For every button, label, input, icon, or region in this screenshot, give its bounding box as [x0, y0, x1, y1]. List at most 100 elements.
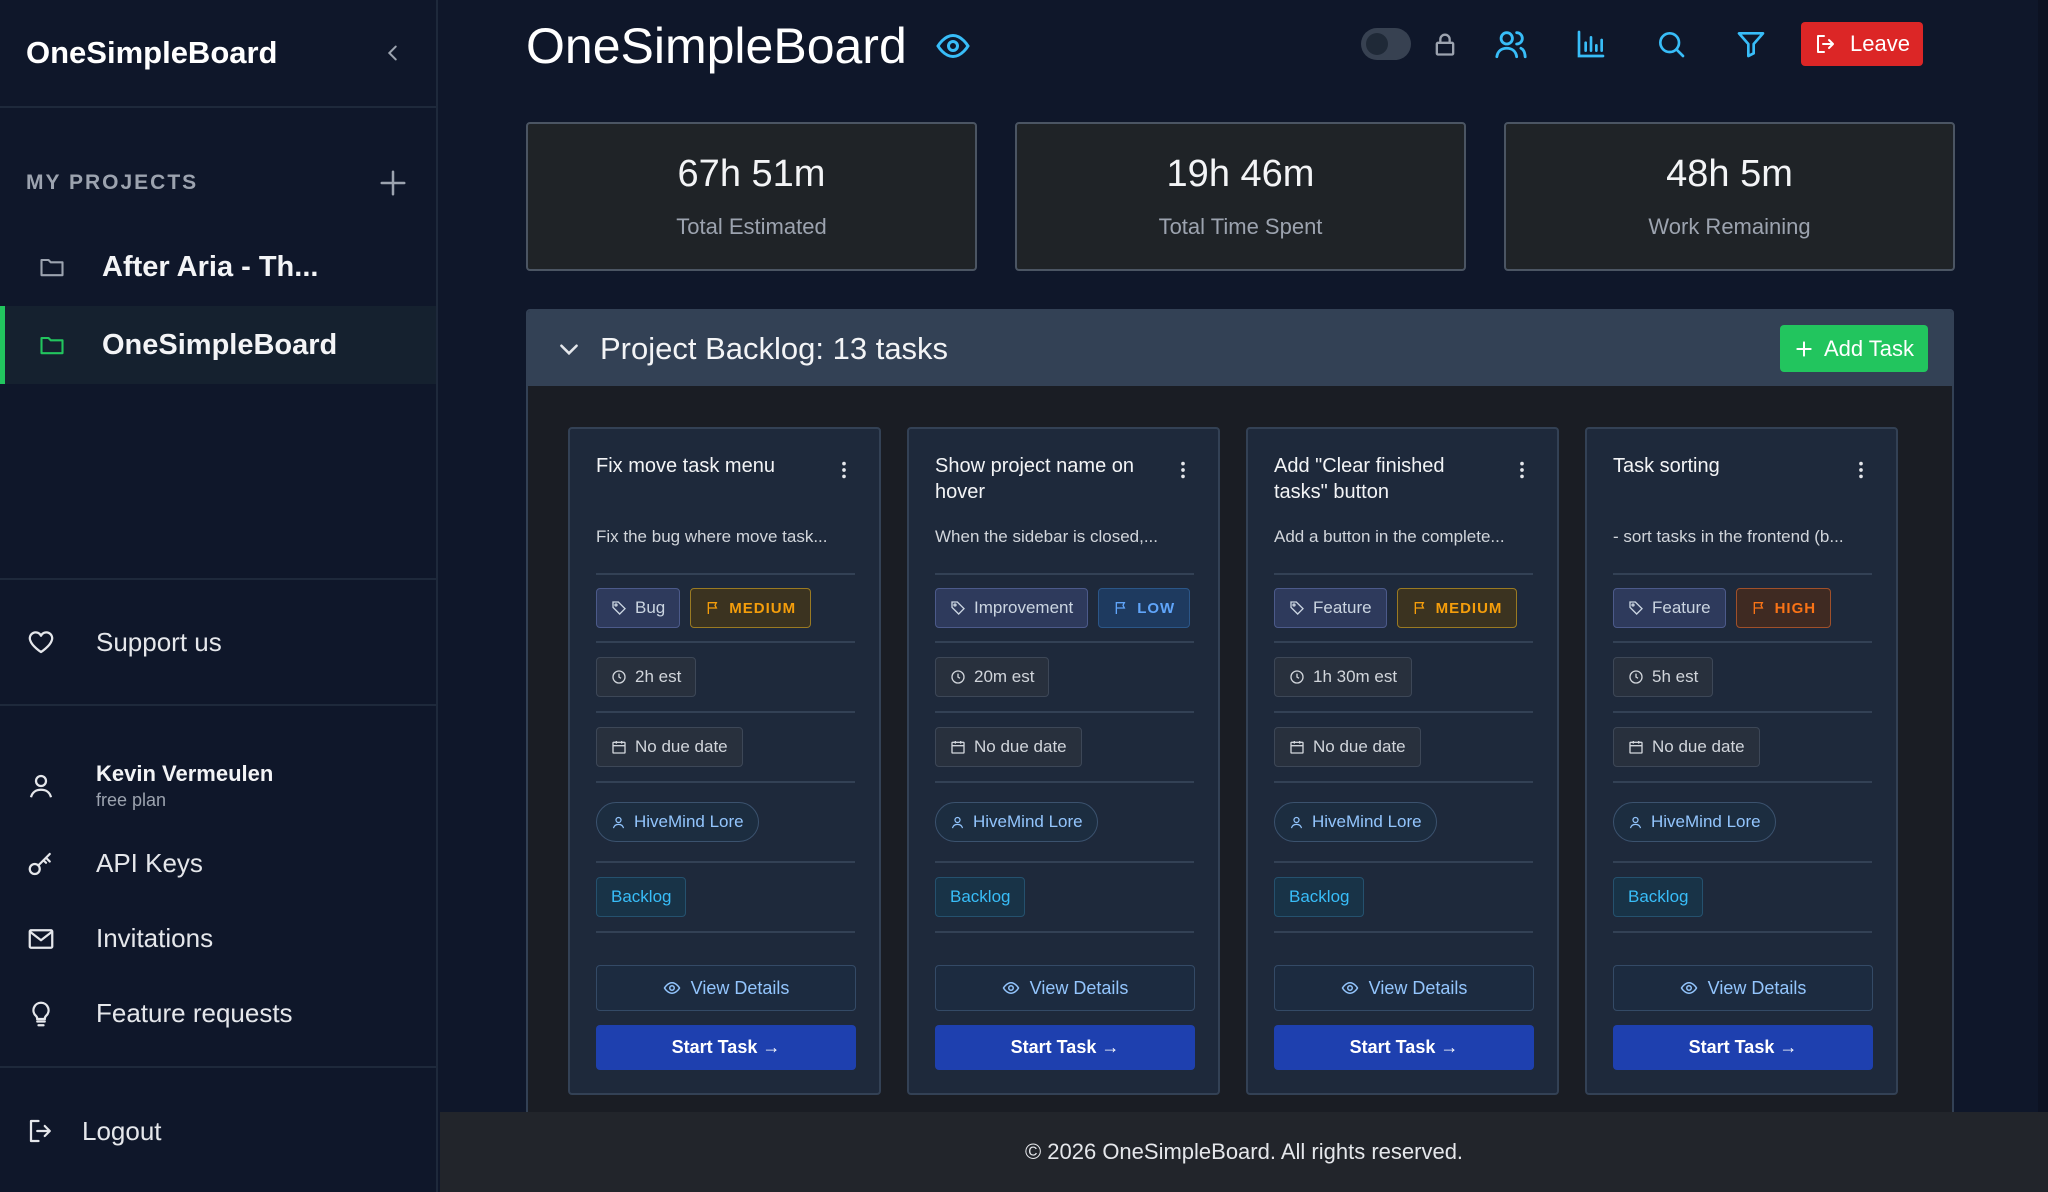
filter-icon[interactable]	[1731, 20, 1771, 68]
view-details-button[interactable]: View Details	[935, 965, 1195, 1011]
key-icon	[26, 849, 56, 879]
estimate-label: 20m est	[974, 667, 1035, 686]
eye-icon[interactable]	[935, 28, 971, 64]
stat-work-remaining: 48h 5m Work Remaining	[1504, 122, 1955, 271]
task-description: - sort tasks in the frontend (b...	[1613, 527, 1844, 546]
backlog-header[interactable]: Project Backlog: 13 tasks Add Task	[528, 311, 1952, 386]
bar-chart-icon[interactable]	[1571, 20, 1611, 68]
backlog-panel: Project Backlog: 13 tasks Add Task Fix m…	[526, 309, 1954, 1129]
view-details-button[interactable]: View Details	[1274, 965, 1534, 1011]
main-content: OneSimpleBoard Leave 67h 51m Total Estim…	[440, 0, 2048, 1129]
assignee-badge[interactable]: HiveMind Lore	[1613, 802, 1776, 842]
start-task-button[interactable]: Start Task →	[596, 1025, 856, 1070]
api-keys-label: API Keys	[96, 848, 203, 878]
user-icon	[26, 771, 56, 801]
logout-link[interactable]: Logout	[0, 1068, 436, 1192]
leave-button[interactable]: Leave	[1801, 22, 1923, 66]
stat-label: Work Remaining	[1648, 214, 1811, 239]
calendar-icon	[950, 739, 966, 755]
folder-icon	[38, 331, 66, 359]
assignee-label: HiveMind Lore	[973, 812, 1083, 831]
start-task-button[interactable]: Start Task →	[935, 1025, 1195, 1070]
task-card: Show project name on hover When the side…	[907, 427, 1220, 1095]
page-title: OneSimpleBoard	[526, 18, 907, 74]
tag-label: Bug	[635, 598, 666, 617]
lock-icon[interactable]	[1425, 20, 1465, 68]
assignee-row: HiveMind Lore	[935, 783, 1194, 861]
labels-row: Feature HIGH	[1613, 575, 1872, 641]
theme-toggle[interactable]	[1361, 28, 1411, 60]
kebab-icon[interactable]	[1850, 457, 1872, 483]
task-description: Add a button in the complete...	[1274, 527, 1505, 546]
view-details-button[interactable]: View Details	[596, 965, 856, 1011]
flag-icon	[705, 600, 721, 616]
assignee-badge[interactable]: HiveMind Lore	[1274, 802, 1437, 842]
kebab-icon[interactable]	[833, 457, 855, 483]
user-profile[interactable]: Kevin Vermeulen free plan	[0, 746, 436, 826]
add-task-button[interactable]: Add Task	[1780, 325, 1928, 372]
start-task-button[interactable]: Start Task →	[1613, 1025, 1873, 1070]
task-title[interactable]: Show project name on hover	[935, 453, 1155, 505]
tag-label: Feature	[1652, 598, 1711, 617]
priority-badge: HIGH	[1735, 588, 1832, 628]
top-bar: OneSimpleBoard Leave	[440, 0, 2048, 92]
logout-icon	[26, 1116, 56, 1146]
feature-requests-link[interactable]: Feature requests	[0, 976, 436, 1051]
plus-icon[interactable]	[376, 166, 410, 200]
account-section: Kevin Vermeulen free plan API Keys Invit…	[0, 706, 436, 1068]
assignee-badge[interactable]: HiveMind Lore	[596, 802, 759, 842]
task-card: Add "Clear finished tasks" button Add a …	[1246, 427, 1559, 1095]
support-us-link[interactable]: Support us	[0, 580, 436, 706]
priority-badge: LOW	[1098, 588, 1191, 628]
task-title[interactable]: Fix move task menu	[596, 453, 816, 479]
chevron-down-icon[interactable]	[556, 336, 582, 362]
view-details-button[interactable]: View Details	[1613, 965, 1873, 1011]
priority-label: HIGH	[1774, 599, 1817, 617]
kebab-icon[interactable]	[1172, 457, 1194, 483]
eye-icon	[1680, 979, 1698, 997]
kebab-icon[interactable]	[1511, 457, 1533, 483]
mail-icon	[26, 924, 56, 954]
due-date-badge: No due date	[935, 727, 1082, 767]
user-plan: free plan	[96, 790, 167, 810]
task-title[interactable]: Task sorting	[1613, 453, 1833, 479]
task-cards: Fix move task menu Fix the bug where mov…	[568, 427, 1898, 1095]
task-card: Task sorting - sort tasks in the fronten…	[1585, 427, 1898, 1095]
labels-row: Improvement LOW	[935, 575, 1194, 641]
assignee-badge[interactable]: HiveMind Lore	[935, 802, 1098, 842]
heart-icon	[26, 627, 56, 657]
card-header: Fix move task menu	[596, 453, 855, 509]
assignee-row: HiveMind Lore	[1613, 783, 1872, 861]
divider	[596, 931, 855, 933]
api-keys-link[interactable]: API Keys	[0, 826, 436, 901]
priority-label: MEDIUM	[729, 599, 797, 617]
sidebar-project-onesimpleboard[interactable]: OneSimpleBoard	[0, 306, 436, 384]
clock-icon	[950, 669, 966, 685]
user-icon	[611, 815, 626, 830]
search-icon[interactable]	[1651, 20, 1691, 68]
calendar-icon	[1289, 739, 1305, 755]
projects-title: MY PROJECTS	[26, 171, 199, 194]
clock-icon	[1289, 669, 1305, 685]
stat-label: Total Time Spent	[1158, 214, 1323, 239]
scrollbar[interactable]	[2038, 0, 2048, 1112]
invitations-link[interactable]: Invitations	[0, 901, 436, 976]
tag-icon	[1289, 600, 1305, 616]
users-icon[interactable]	[1491, 20, 1531, 68]
start-task-button[interactable]: Start Task →	[1274, 1025, 1534, 1070]
feature-requests-label: Feature requests	[96, 998, 293, 1028]
assignee-label: HiveMind Lore	[634, 812, 744, 831]
calendar-icon	[1628, 739, 1644, 755]
priority-label: MEDIUM	[1435, 599, 1503, 617]
projects-section: MY PROJECTS After Aria - Th... OneSimple…	[0, 108, 436, 580]
sidebar-project-after-aria[interactable]: After Aria - Th...	[0, 228, 436, 306]
tag-label: Improvement	[974, 598, 1074, 617]
chevron-left-icon[interactable]	[376, 36, 410, 70]
user-icon	[1289, 815, 1304, 830]
estimate-label: 1h 30m est	[1313, 667, 1398, 686]
task-title[interactable]: Add "Clear finished tasks" button	[1274, 453, 1494, 505]
stat-label: Total Estimated	[676, 214, 827, 239]
due-date-badge: No due date	[1613, 727, 1760, 767]
plus-icon	[1794, 339, 1814, 359]
estimate-badge: 5h est	[1613, 657, 1714, 697]
